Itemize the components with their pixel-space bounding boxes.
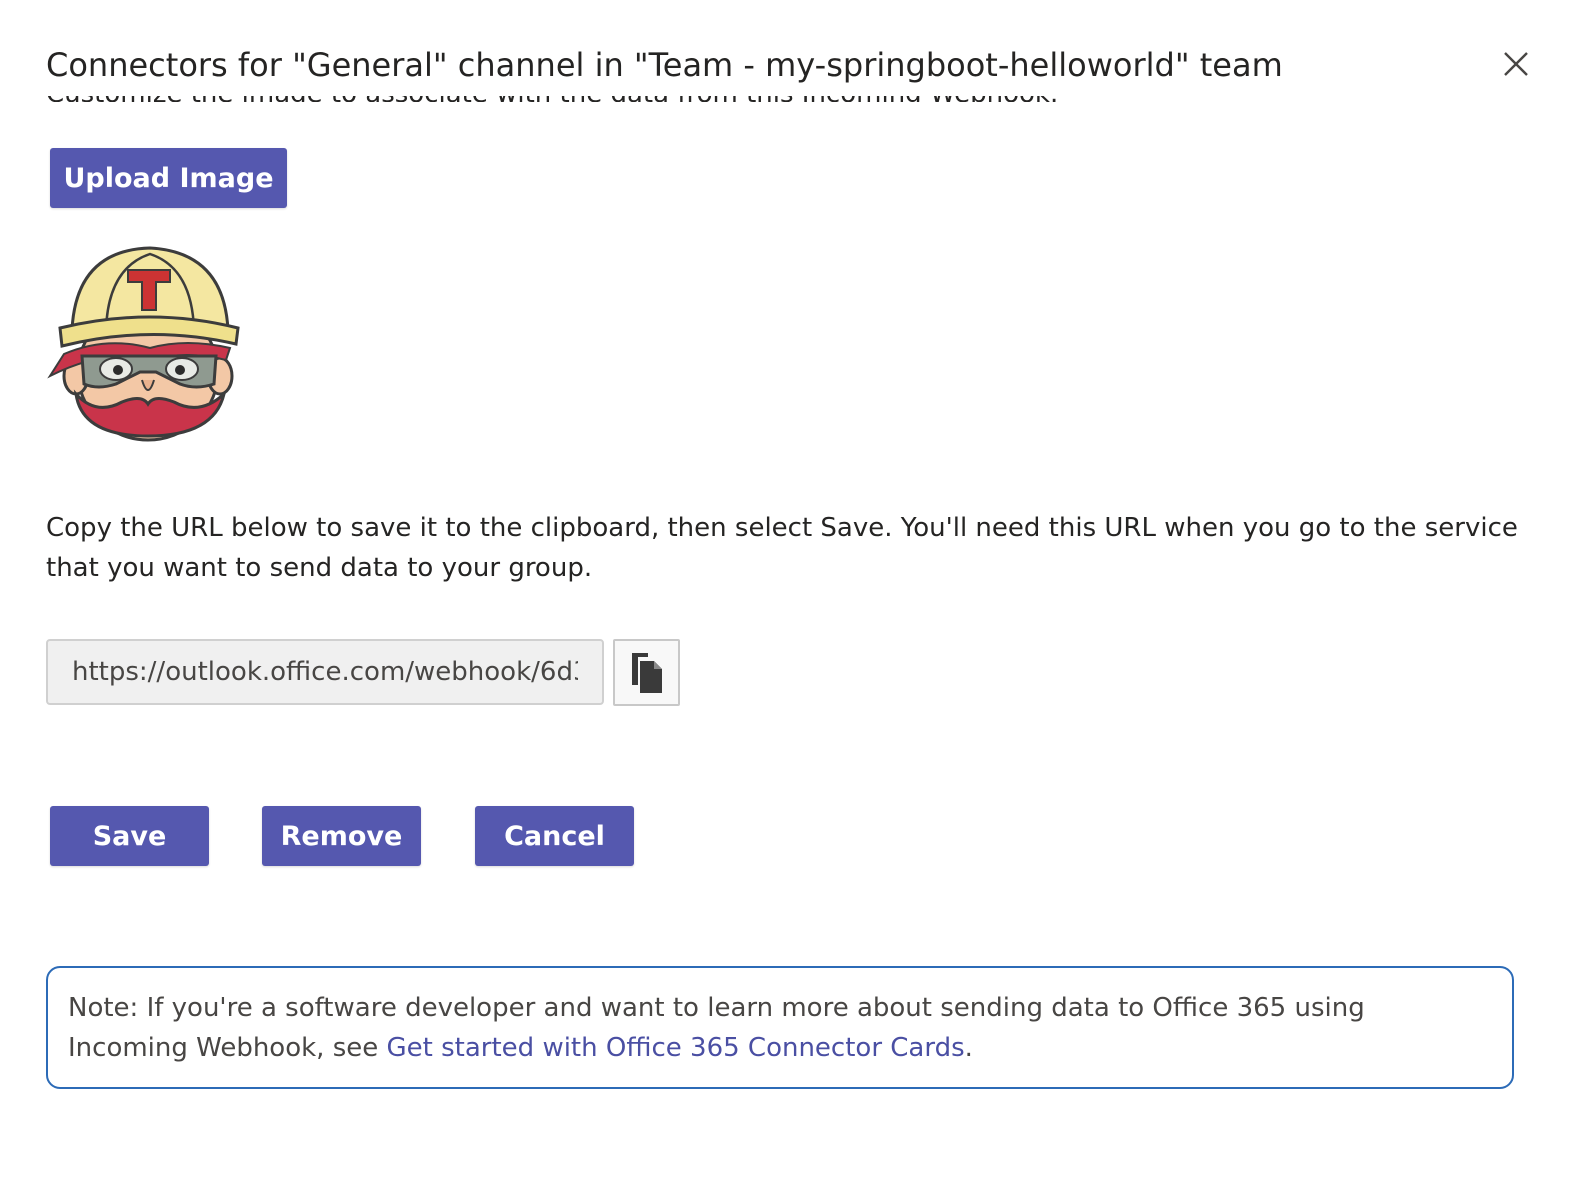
close-button[interactable] — [1492, 44, 1540, 84]
save-button[interactable]: Save — [50, 806, 209, 866]
upload-image-button[interactable]: Upload Image — [50, 148, 287, 208]
copy-icon — [631, 652, 662, 693]
dialog-title: Connectors for "General" channel in "Tea… — [46, 46, 1283, 84]
copy-url-button[interactable] — [613, 639, 680, 706]
webhook-url-field[interactable] — [46, 639, 604, 705]
dialog-header: Connectors for "General" channel in "Tea… — [46, 40, 1466, 96]
close-icon — [1504, 52, 1528, 76]
developer-note: Note: If you're a software developer and… — [46, 966, 1514, 1089]
cancel-button[interactable]: Cancel — [475, 806, 634, 866]
note-suffix: . — [964, 1033, 973, 1063]
connector-cards-link[interactable]: Get started with Office 365 Connector Ca… — [387, 1033, 965, 1063]
remove-button[interactable]: Remove — [262, 806, 421, 866]
instructions-text: Copy the URL below to save it to the cli… — [46, 513, 1518, 583]
connectors-dialog: Connectors for "General" channel in "Tea… — [0, 0, 1572, 1188]
jenkins-butler-avatar-icon — [47, 246, 240, 442]
connector-avatar-image — [46, 244, 242, 444]
